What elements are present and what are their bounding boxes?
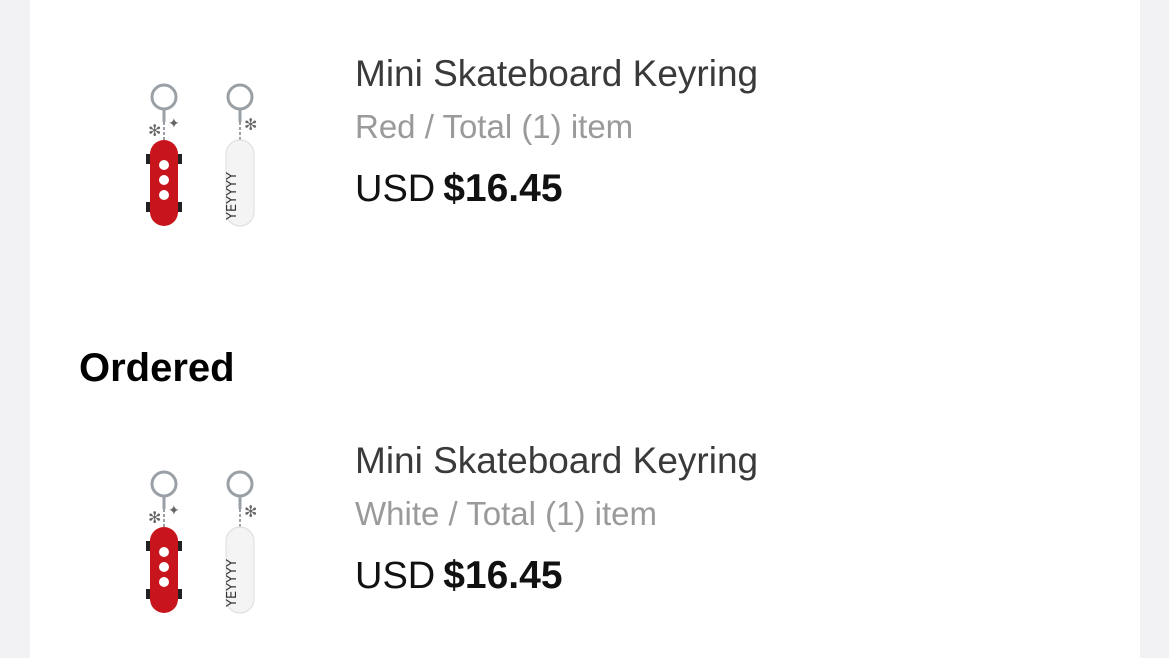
order-card: ✻ ✦ ✻ YEYYYY Mini Skateboard Keyring Red… xyxy=(30,0,1140,658)
price-amount: $16.45 xyxy=(443,554,563,597)
keyring-product-image[interactable]: ✻ ✦ ✻ YEYYYY xyxy=(120,437,310,637)
svg-text:✻: ✻ xyxy=(244,117,257,134)
list-item[interactable]: ✻ ✦ ✻ YEYYYY Mini Skateboard Keyring Whi… xyxy=(30,387,1140,617)
section-title-ordered: Ordered xyxy=(79,346,235,390)
svg-text:✦: ✦ xyxy=(168,115,180,131)
item-info: Mini Skateboard Keyring Red / Total (1) … xyxy=(355,52,758,219)
keyring-image-icon: ✻ ✦ ✻ YEYYYY xyxy=(146,83,257,227)
product-variant: White / Total (1) item xyxy=(355,495,657,532)
svg-text:✻: ✻ xyxy=(148,510,161,527)
svg-text:✻: ✻ xyxy=(244,504,257,521)
svg-text:YEYYYY: YEYYYY xyxy=(225,172,240,221)
keyring-product-image[interactable]: ✻ ✦ ✻ YEYYYY xyxy=(120,50,310,250)
keyring-image-icon: ✻ ✦ ✻ YEYYYY xyxy=(146,470,257,614)
price-amount: $16.45 xyxy=(443,167,563,210)
product-name[interactable]: Mini Skateboard Keyring xyxy=(355,52,758,96)
list-item[interactable]: ✻ ✦ ✻ YEYYYY Mini Skateboard Keyring Red… xyxy=(30,0,1140,230)
product-name[interactable]: Mini Skateboard Keyring xyxy=(355,439,758,483)
price-currency: USD xyxy=(355,168,436,210)
svg-text:✦: ✦ xyxy=(168,502,180,518)
svg-text:YEYYYY: YEYYYY xyxy=(225,559,240,608)
item-info: Mini Skateboard Keyring White / Total (1… xyxy=(355,439,758,606)
price-row: USD $16.45 xyxy=(355,167,758,219)
product-variant: Red / Total (1) item xyxy=(355,108,634,145)
price-row: USD $16.45 xyxy=(355,554,758,606)
svg-text:✻: ✻ xyxy=(148,123,161,140)
price-currency: USD xyxy=(355,555,436,597)
